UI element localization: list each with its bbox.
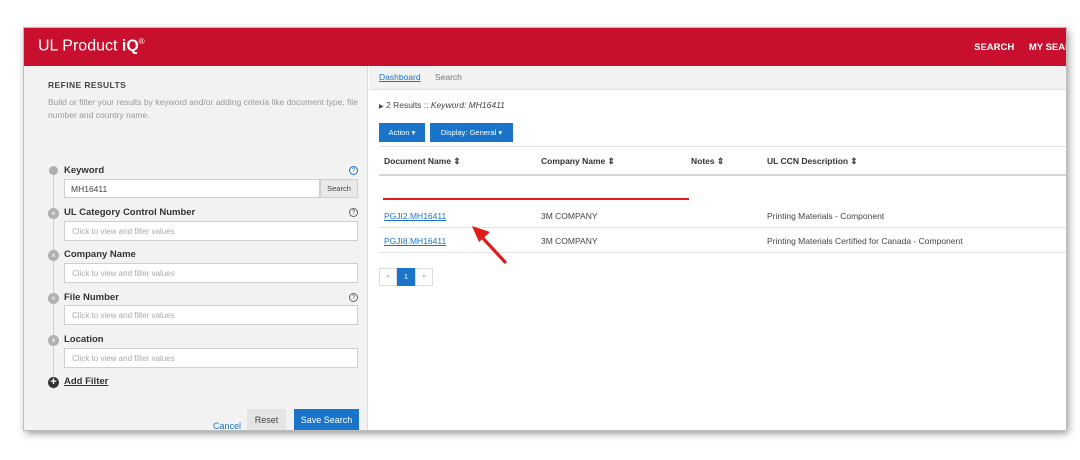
keyword-search-button[interactable]: Search	[320, 179, 358, 198]
remove-file-number-icon[interactable]: ×	[48, 293, 59, 304]
expand-caret-icon[interactable]: ▶	[379, 104, 384, 110]
row2-company: 3M COMPANY	[541, 236, 598, 246]
annotation-arrow-icon	[472, 226, 507, 264]
ccn-filter-input[interactable]: Click to view and filter values	[64, 221, 358, 241]
row2-description: Printing Materials Certified for Canada …	[767, 236, 963, 246]
top-nav: SEARCH MY SEAR	[962, 42, 1066, 53]
col-company-name[interactable]: Company Name ⇕	[541, 156, 615, 167]
pager-prev[interactable]: «	[379, 268, 397, 286]
reset-button[interactable]: Reset	[247, 409, 286, 430]
location-label: Location	[64, 334, 104, 345]
add-filter-icon[interactable]: +	[48, 377, 59, 388]
refine-sidebar: REFINE RESULTS Build or filter your resu…	[24, 66, 368, 430]
refine-description: Build or filter your results by keyword …	[48, 97, 358, 120]
refine-title: REFINE RESULTS	[48, 80, 127, 90]
row1-company: 3M COMPANY	[541, 211, 598, 221]
col-ccn-description[interactable]: UL CCN Description ⇕	[767, 156, 858, 167]
remove-company-icon[interactable]: ×	[48, 250, 59, 261]
action-dropdown-button[interactable]: Action ▾	[379, 123, 425, 142]
add-filter-link[interactable]: Add Filter	[64, 376, 108, 387]
cancel-link[interactable]: Cancel	[213, 421, 241, 430]
keyword-label: Keyword	[64, 165, 105, 176]
remove-location-icon[interactable]: ×	[48, 335, 59, 346]
nav-search[interactable]: SEARCH	[974, 42, 1014, 53]
filter-timeline	[53, 170, 54, 390]
row1-description: Printing Materials - Component	[767, 211, 885, 221]
row1-document-link[interactable]: PGJI2.MH16411	[384, 211, 446, 221]
pager-page-1[interactable]: 1	[397, 268, 415, 286]
file-number-help-icon[interactable]: ?	[349, 293, 358, 302]
app-window: UL Product iQ® SEARCH MY SEAR REFINE RES…	[24, 28, 1066, 430]
remove-ccn-icon[interactable]: ×	[48, 208, 59, 219]
toolbar-divider	[379, 146, 1066, 147]
ccn-help-icon[interactable]: ?	[349, 208, 358, 217]
row2-document-link[interactable]: PGJI8.MH16411	[384, 236, 446, 246]
breadcrumb-dashboard[interactable]: Dashboard	[379, 72, 421, 82]
col-document-name[interactable]: Document Name ⇕	[384, 156, 461, 167]
display-dropdown-button[interactable]: Display: General ▾	[430, 123, 513, 142]
table-header-divider	[379, 174, 1066, 176]
results-pane: Dashboard Search ▶ 2 Results :: Keyword:…	[369, 66, 1066, 430]
results-count: 2 Results ::	[386, 100, 431, 110]
keyword-input[interactable]: MH16411	[64, 179, 320, 198]
brand-logo[interactable]: UL Product iQ®	[38, 37, 145, 55]
nav-my-searches[interactable]: MY SEAR	[1029, 42, 1066, 53]
results-keyword: Keyword: MH16411	[430, 100, 505, 110]
breadcrumb: Dashboard Search	[369, 66, 1066, 90]
save-search-button[interactable]: Save Search	[294, 409, 359, 430]
breadcrumb-current: Search	[434, 72, 462, 82]
pagination: « 1 »	[379, 268, 433, 286]
keyword-help-icon[interactable]: ?	[349, 166, 358, 175]
file-number-filter-input[interactable]: Click to view and filter values	[64, 305, 358, 325]
company-filter-input[interactable]: Click to view and filter values	[64, 263, 358, 283]
keyword-dot	[49, 166, 58, 175]
results-summary: ▶ 2 Results :: Keyword: MH16411	[379, 100, 505, 110]
company-label: Company Name	[64, 249, 136, 260]
ccn-label: UL Category Control Number	[64, 207, 196, 218]
top-header: UL Product iQ® SEARCH MY SEAR	[24, 28, 1066, 66]
file-number-label: File Number	[64, 292, 119, 303]
annotation-underline	[383, 198, 689, 200]
location-filter-input[interactable]: Click to view and filter values	[64, 348, 358, 368]
col-notes[interactable]: Notes ⇕	[691, 156, 724, 167]
pager-next[interactable]: »	[415, 268, 433, 286]
